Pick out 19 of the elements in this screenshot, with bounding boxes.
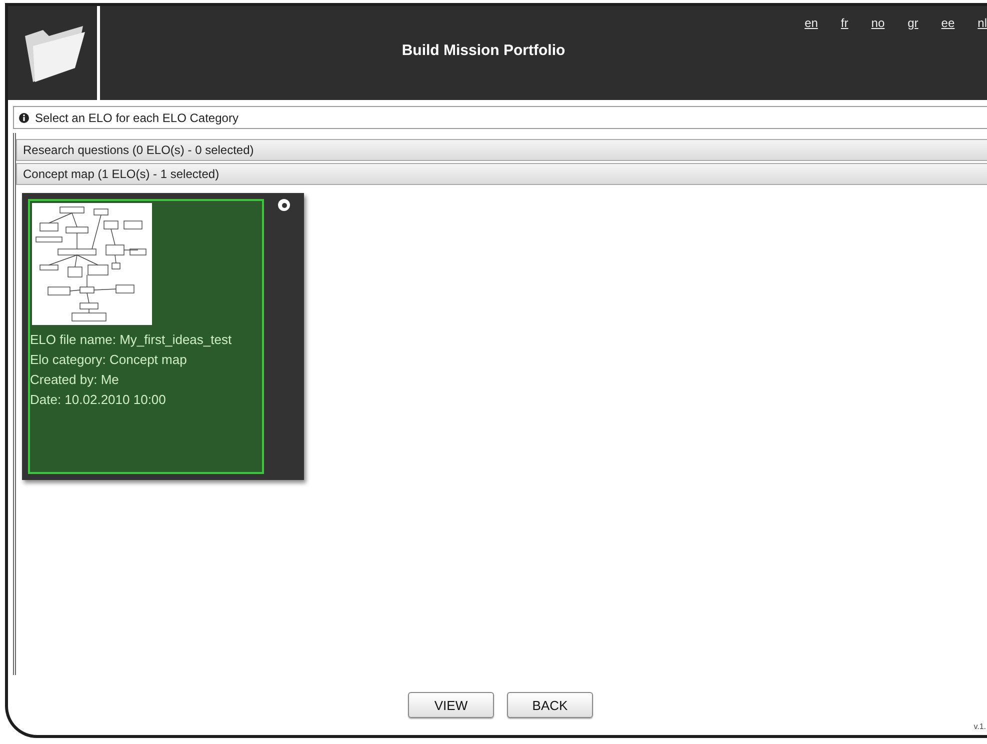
language-link[interactable]: nl [978,16,987,30]
action-button[interactable]: VIEW [408,692,494,718]
info-icon [19,112,29,122]
category-header[interactable]: Research questions (0 ELO(s) - 0 selected) [16,139,987,161]
elo-detail-text: Elo category: Concept map [30,352,188,367]
info-text: Select an ELO for each ELO Category [35,110,238,124]
page-title: Build Mission Portfolio [400,42,566,59]
radio-button[interactable] [278,199,290,211]
language-link[interactable]: ee [941,16,955,30]
category-header[interactable]: Concept map (1 ELO(s) - 1 selected) [16,163,987,185]
action-button[interactable]: BACK [507,692,593,718]
elo-detail-text: ELO file name: My_first_ideas_test [30,332,233,347]
language-link[interactable]: gr [908,16,918,30]
elo-detail-text: Date: 10.02.2010 10:00 [30,392,167,407]
language-link[interactable]: en [804,16,818,30]
language-link[interactable]: fr [840,16,848,30]
version-text: v.1. [974,722,986,731]
elo-detail-text: Created by: Me [30,372,120,387]
language-link[interactable]: no [871,16,885,30]
